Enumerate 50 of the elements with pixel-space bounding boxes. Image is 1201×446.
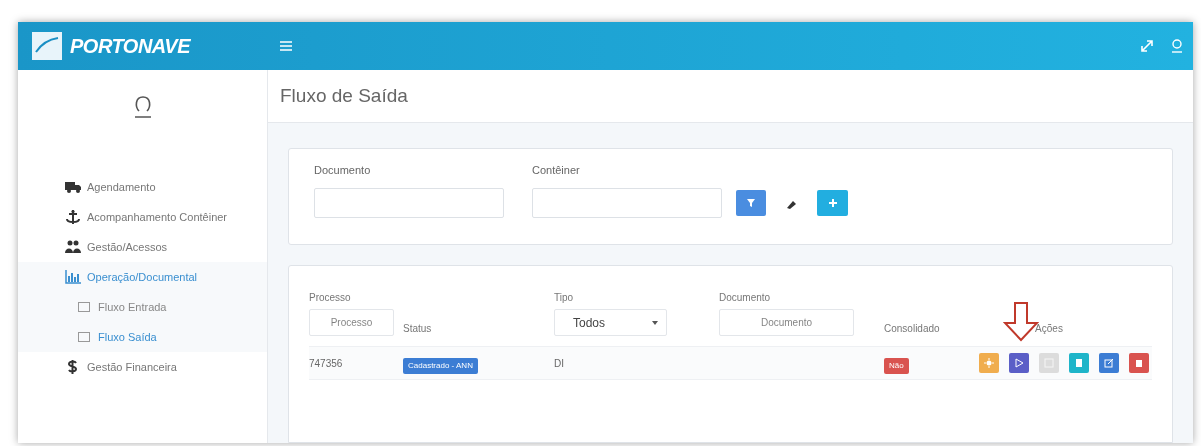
action-button[interactable]	[1069, 353, 1089, 373]
sidebar-item[interactable]: Operação/Documental	[18, 262, 267, 292]
field-label: Contêiner	[532, 162, 581, 178]
bar-chart-icon	[65, 269, 81, 285]
sun-icon	[984, 358, 994, 368]
column-header: Documento	[719, 291, 772, 305]
column-header: Consolidado	[884, 322, 941, 336]
user-avatar-icon	[132, 95, 153, 119]
input-field[interactable]: Processo	[309, 309, 394, 336]
caret-icon	[652, 320, 658, 325]
status-badge: Cadastrado - ANN	[403, 358, 478, 374]
filter-button[interactable]	[736, 190, 766, 216]
consolidated-badge: Não	[884, 358, 909, 374]
truck-icon	[65, 179, 81, 195]
action-button[interactable]	[979, 353, 999, 373]
brand-name: PORTONAVE	[70, 34, 190, 59]
column-header: Processo	[309, 291, 352, 305]
sidebar-item[interactable]: Gestão/Acessos	[18, 232, 267, 262]
window-icon	[78, 302, 90, 312]
select-field[interactable]: Todos	[554, 309, 667, 336]
action-button[interactable]	[1099, 353, 1119, 373]
field-label: Documento	[314, 162, 372, 178]
sidebar-item[interactable]: Gestão Financeira	[18, 352, 267, 382]
anchor-icon	[65, 209, 81, 225]
users-icon	[65, 239, 81, 255]
column-header: Ações	[1035, 322, 1063, 336]
table-cell-text: DI	[554, 356, 565, 371]
edit-icon	[1104, 358, 1114, 368]
sidebar-subitem[interactable]: Fluxo Saída	[18, 322, 267, 352]
page-title: Fluxo de Saída	[280, 83, 408, 108]
window-icon	[78, 332, 90, 342]
input-field[interactable]	[314, 188, 504, 218]
action-button[interactable]	[1009, 353, 1029, 373]
table-cell-text: 747356	[309, 356, 344, 371]
menu-icon[interactable]	[280, 41, 292, 51]
sidebar-item[interactable]: Acompanhamento Contêiner	[18, 202, 267, 232]
plus-icon	[828, 199, 837, 207]
logo-icon	[32, 32, 62, 60]
user-icon[interactable]	[1171, 39, 1183, 53]
filter-icon	[747, 199, 755, 207]
sidebar-item[interactable]: Agendamento	[18, 172, 267, 202]
sidebar-subitem[interactable]: Fluxo Entrada	[18, 292, 267, 322]
play-icon	[1014, 358, 1024, 368]
input-field[interactable]	[532, 188, 722, 218]
input-field[interactable]: Documento	[719, 309, 854, 336]
action-button[interactable]	[1129, 353, 1149, 373]
column-header: Tipo	[554, 291, 575, 305]
add-button[interactable]	[817, 190, 848, 216]
column-header: Status	[403, 322, 433, 336]
expand-icon[interactable]	[1141, 40, 1153, 52]
